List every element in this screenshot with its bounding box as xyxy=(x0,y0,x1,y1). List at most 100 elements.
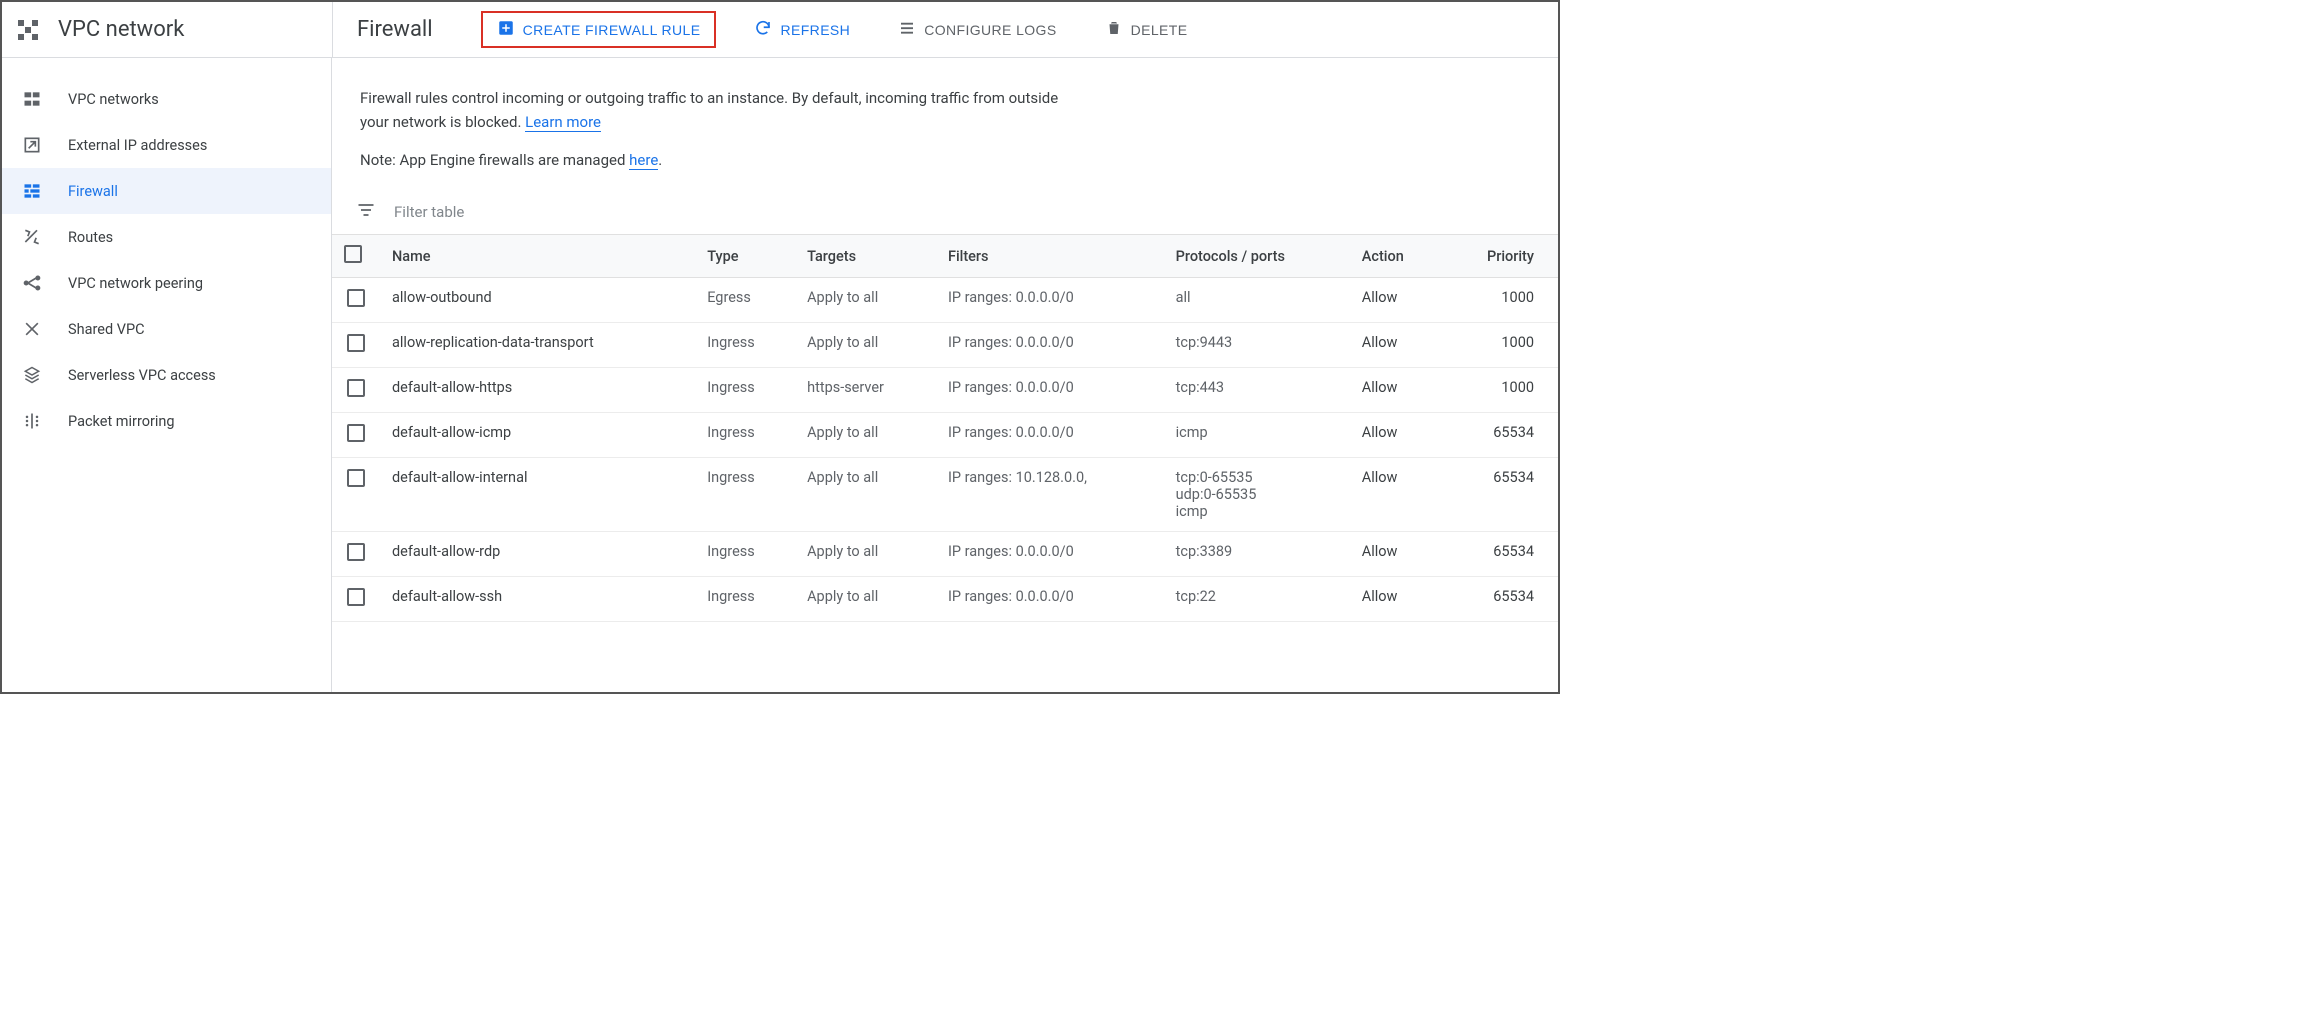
cell-targets: Apply to all xyxy=(795,323,936,368)
cell-priority: 1000 xyxy=(1442,278,1558,323)
routes-icon xyxy=(22,227,42,247)
select-all-header[interactable] xyxy=(332,235,380,278)
sidebar-item-serverless-vpc[interactable]: Serverless VPC access xyxy=(2,352,331,398)
configure-logs-label: CONFIGURE LOGS xyxy=(924,22,1056,38)
main-panel: Firewall rules control incoming or outgo… xyxy=(332,58,1558,692)
sidebar-item-external-ip[interactable]: External IP addresses xyxy=(2,122,331,168)
table-row[interactable]: default-allow-sshIngressApply to allIP r… xyxy=(332,577,1558,622)
checkbox-icon xyxy=(347,334,365,352)
firewall-icon xyxy=(22,181,42,201)
cell-type: Ingress xyxy=(695,368,795,413)
product-title: VPC network xyxy=(58,17,184,42)
external-ip-icon xyxy=(22,135,42,155)
sidebar-item-vpc-networks[interactable]: VPC networks xyxy=(2,76,331,122)
refresh-button[interactable]: REFRESH xyxy=(744,13,860,46)
col-filters[interactable]: Filters xyxy=(936,235,1164,278)
cell-filters: IP ranges: 0.0.0.0/0 xyxy=(936,323,1164,368)
cell-filters: IP ranges: 10.128.0.0, xyxy=(936,458,1164,532)
sidebar-item-peering[interactable]: VPC network peering xyxy=(2,260,331,306)
checkbox-icon xyxy=(347,424,365,442)
row-checkbox-cell[interactable] xyxy=(332,278,380,323)
delete-button[interactable]: DELETE xyxy=(1095,13,1198,46)
cell-priority: 65534 xyxy=(1442,532,1558,577)
cell-type: Ingress xyxy=(695,577,795,622)
create-firewall-rule-button[interactable]: CREATE FIREWALL RULE xyxy=(481,11,717,48)
table-row[interactable]: default-allow-httpsIngresshttps-serverIP… xyxy=(332,368,1558,413)
note-prefix: Note: App Engine firewalls are managed xyxy=(360,151,629,169)
filter-row: Filter table xyxy=(332,190,1558,234)
table-row[interactable]: default-allow-icmpIngressApply to allIP … xyxy=(332,413,1558,458)
table-row[interactable]: allow-outboundEgressApply to allIP range… xyxy=(332,278,1558,323)
sidebar-item-label: Packet mirroring xyxy=(68,413,175,430)
sidebar-item-shared-vpc[interactable]: Shared VPC xyxy=(2,306,331,352)
col-type[interactable]: Type xyxy=(695,235,795,278)
sidebar-item-label: Serverless VPC access xyxy=(68,367,216,384)
cell-targets: Apply to all xyxy=(795,577,936,622)
col-action[interactable]: Action xyxy=(1350,235,1442,278)
sidebar-item-routes[interactable]: Routes xyxy=(2,214,331,260)
subnet-icon xyxy=(22,89,42,109)
note-line: Note: App Engine firewalls are managed h… xyxy=(360,148,1064,172)
col-protocols[interactable]: Protocols / ports xyxy=(1164,235,1350,278)
checkbox-icon xyxy=(347,543,365,561)
cell-action: Allow xyxy=(1350,413,1442,458)
description-block: Firewall rules control incoming or outgo… xyxy=(332,58,1092,190)
cell-priority: 1000 xyxy=(1442,323,1558,368)
cell-targets: Apply to all xyxy=(795,278,936,323)
row-checkbox-cell[interactable] xyxy=(332,368,380,413)
row-checkbox-cell[interactable] xyxy=(332,323,380,368)
cell-action: Allow xyxy=(1350,368,1442,413)
cell-name[interactable]: allow-replication-data-transport xyxy=(380,323,695,368)
cell-targets: Apply to all xyxy=(795,413,936,458)
content: VPC networks External IP addresses Firew… xyxy=(2,58,1558,692)
learn-more-link[interactable]: Learn more xyxy=(525,113,601,132)
cell-action: Allow xyxy=(1350,323,1442,368)
plus-icon xyxy=(497,19,515,40)
app-frame: VPC network Firewall CREATE FIREWALL RUL… xyxy=(0,0,1560,694)
cell-name[interactable]: default-allow-ssh xyxy=(380,577,695,622)
cell-protocols: icmp xyxy=(1164,413,1350,458)
filter-placeholder[interactable]: Filter table xyxy=(394,203,464,221)
row-checkbox-cell[interactable] xyxy=(332,532,380,577)
cell-name[interactable]: default-allow-rdp xyxy=(380,532,695,577)
table-row[interactable]: default-allow-internalIngressApply to al… xyxy=(332,458,1558,532)
sidebar: VPC networks External IP addresses Firew… xyxy=(2,58,332,692)
cell-filters: IP ranges: 0.0.0.0/0 xyxy=(936,413,1164,458)
sidebar-item-label: VPC networks xyxy=(68,91,159,108)
col-priority[interactable]: Priority xyxy=(1442,235,1558,278)
cell-action: Allow xyxy=(1350,532,1442,577)
cell-name[interactable]: allow-outbound xyxy=(380,278,695,323)
cell-protocols: tcp:3389 xyxy=(1164,532,1350,577)
refresh-label: REFRESH xyxy=(780,22,850,38)
table-row[interactable]: default-allow-rdpIngressApply to allIP r… xyxy=(332,532,1558,577)
note-here-link[interactable]: here xyxy=(629,151,658,170)
serverless-icon xyxy=(22,365,42,385)
cell-name[interactable]: default-allow-icmp xyxy=(380,413,695,458)
peering-icon xyxy=(22,273,42,293)
cell-filters: IP ranges: 0.0.0.0/0 xyxy=(936,532,1164,577)
cell-type: Ingress xyxy=(695,532,795,577)
row-checkbox-cell[interactable] xyxy=(332,458,380,532)
table-row[interactable]: allow-replication-data-transportIngressA… xyxy=(332,323,1558,368)
cell-action: Allow xyxy=(1350,458,1442,532)
shared-vpc-icon xyxy=(22,319,42,339)
delete-label: DELETE xyxy=(1131,22,1188,38)
refresh-icon xyxy=(754,19,772,40)
checkbox-icon xyxy=(347,379,365,397)
row-checkbox-cell[interactable] xyxy=(332,413,380,458)
product-title-cell: VPC network xyxy=(2,2,332,57)
cell-protocols: all xyxy=(1164,278,1350,323)
col-targets[interactable]: Targets xyxy=(795,235,936,278)
cell-priority: 65534 xyxy=(1442,458,1558,532)
col-name[interactable]: Name xyxy=(380,235,695,278)
list-icon xyxy=(898,19,916,40)
cell-type: Ingress xyxy=(695,323,795,368)
configure-logs-button[interactable]: CONFIGURE LOGS xyxy=(888,13,1066,46)
cell-name[interactable]: default-allow-internal xyxy=(380,458,695,532)
sidebar-item-firewall[interactable]: Firewall xyxy=(2,168,331,214)
sidebar-item-packet-mirroring[interactable]: Packet mirroring xyxy=(2,398,331,444)
sidebar-item-label: External IP addresses xyxy=(68,137,207,154)
checkbox-icon xyxy=(347,469,365,487)
cell-name[interactable]: default-allow-https xyxy=(380,368,695,413)
row-checkbox-cell[interactable] xyxy=(332,577,380,622)
